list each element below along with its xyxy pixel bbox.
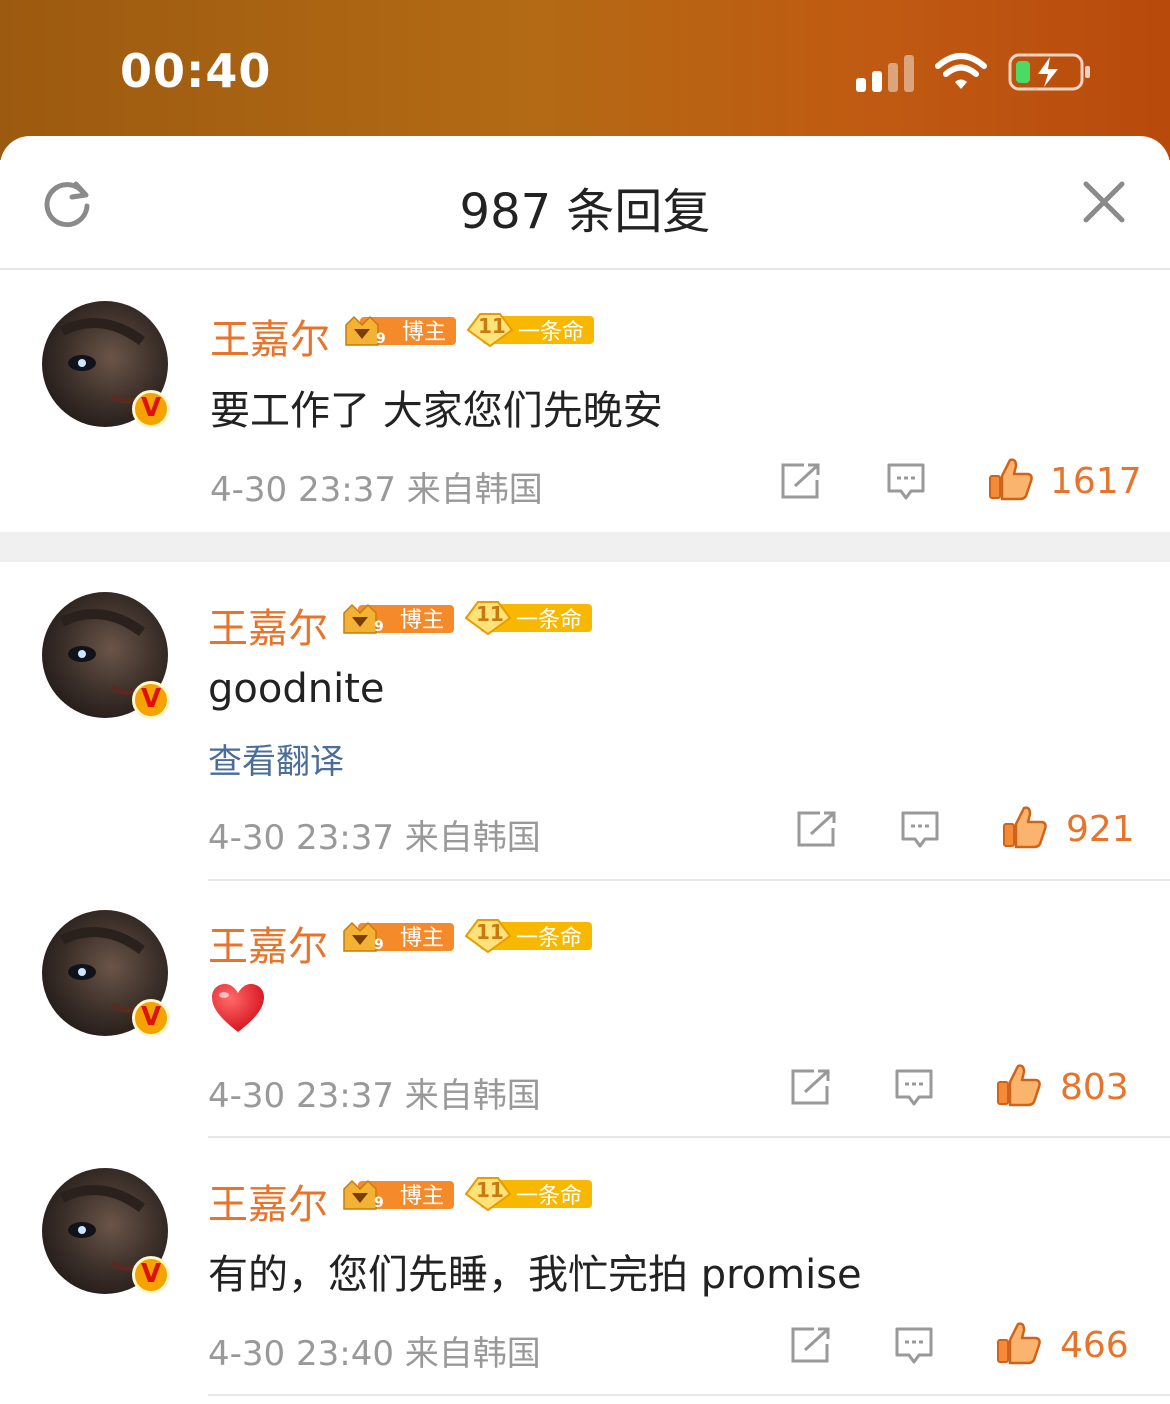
cellular-signal-icon [856,55,914,92]
battery-charging-icon [1008,53,1090,91]
share-icon[interactable] [790,1068,832,1106]
fan-level-number: 11 [478,314,506,338]
like-thumb-icon[interactable] [1002,804,1048,850]
comment-location: 来自韩国 [404,1076,541,1116]
like-thumb-icon[interactable] [996,1320,1042,1366]
like-count: 1617 [1050,461,1142,502]
red-heart-emoji [212,984,264,1032]
fan-badge-label: 一条命 [516,608,583,633]
comment-meta: 4-30 23:40 来自韩国 [208,1326,541,1375]
share-icon[interactable] [780,462,822,500]
sheet-header: 987 条回复 [0,136,1170,270]
verified-badge: V [132,681,170,719]
username[interactable]: 王嘉尔 [208,914,328,972]
section-gap [0,532,1170,562]
blogger-badge-label: 博主 [402,320,447,345]
username[interactable]: 王嘉尔 [210,307,330,365]
comment-time: 4-30 23:40 [208,1334,394,1374]
fan-badge-label: 一条命 [516,1184,583,1209]
fan-badge-label: 一条命 [516,926,583,951]
close-icon[interactable] [1080,178,1128,226]
comment-location: 来自韩国 [406,470,543,510]
comment-time: 4-30 23:37 [210,470,396,510]
divider [208,879,1170,881]
verified-badge: V [132,390,170,428]
comment-text: 有的，您们先睡，我忙完拍 promise [208,1252,862,1298]
share-icon[interactable] [790,1326,832,1364]
comment-meta: 4-30 23:37 来自韩国 [210,462,543,511]
status-time: 00:40 [120,44,272,98]
comment-text: goodnite [208,666,385,712]
comment-meta: 4-30 23:37 来自韩国 [208,1068,541,1117]
wifi-icon [935,53,987,89]
comment-time: 4-30 23:37 [208,818,394,858]
comment-icon[interactable] [894,1068,934,1108]
page-title: 987 条回复 [459,184,711,240]
like-thumb-icon[interactable] [996,1062,1042,1108]
divider [208,1136,1170,1138]
fan-level-number: 11 [476,1178,504,1202]
comment-text: 要工作了 大家您们先晚安 [210,388,663,434]
svg-text:9: 9 [374,619,384,635]
comment-meta: 4-30 23:37 来自韩国 [208,810,541,859]
translate-link[interactable]: 查看翻译 [208,734,344,783]
like-count: 803 [1060,1067,1129,1108]
comment-location: 来自韩国 [404,818,541,858]
comment-icon[interactable] [894,1326,934,1366]
blogger-badge-label: 博主 [400,926,445,951]
fan-badge-label: 一条命 [518,320,585,345]
like-count: 921 [1066,809,1135,850]
blogger-badge-label: 博主 [400,608,445,633]
svg-text:9: 9 [374,1195,384,1211]
verified-badge: V [132,1256,170,1294]
comment-location: 来自韩国 [404,1334,541,1374]
comment-icon[interactable] [886,462,926,502]
like-thumb-icon[interactable] [988,456,1034,502]
comment-time: 4-30 23:37 [208,1076,394,1116]
divider [208,1394,1170,1396]
fan-level-number: 11 [476,602,504,626]
share-icon[interactable] [796,810,838,848]
like-count: 466 [1060,1325,1129,1366]
fan-level-number: 11 [476,920,504,944]
svg-text:9: 9 [374,937,384,953]
blogger-badge-label: 博主 [400,1184,445,1209]
svg-text:9: 9 [376,331,386,347]
verified-badge: V [132,999,170,1037]
comment-icon[interactable] [900,810,940,850]
username[interactable]: 王嘉尔 [208,1172,328,1230]
username[interactable]: 王嘉尔 [208,596,328,654]
